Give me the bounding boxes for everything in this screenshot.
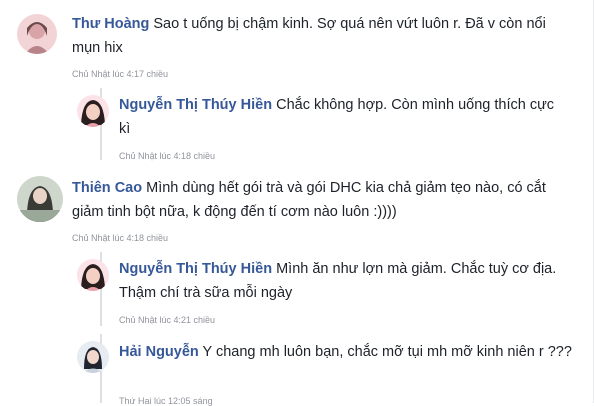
avatar-photo-icon	[77, 259, 109, 291]
comment-timestamp[interactable]: Chủ Nhật lúc 4:18 chiều	[119, 151, 215, 161]
comment-author[interactable]: Thiên Cao	[72, 180, 142, 196]
avatar-thu-hoang[interactable]	[17, 14, 57, 54]
comment-timestamp[interactable]: Thứ Hai lúc 12:05 sáng	[119, 396, 213, 406]
avatar-photo-icon	[17, 14, 57, 54]
comment-author[interactable]: Nguyễn Thị Thúy Hiền	[119, 97, 272, 113]
comment-author[interactable]: Hải Nguyễn	[119, 344, 199, 360]
comment-text: Mình dùng hết gói trà và gói DHC kia chả…	[72, 180, 546, 220]
comment-author[interactable]: Nguyễn Thị Thúy Hiền	[119, 261, 272, 277]
comment-timestamp[interactable]: Chủ Nhật lúc 4:21 chiều	[119, 315, 215, 325]
comment-body: Thiên Cao Mình dùng hết gói trà và gói D…	[72, 176, 577, 224]
avatar-photo-icon	[77, 95, 109, 127]
comment-timestamp[interactable]: Chủ Nhật lúc 4:17 chiều	[72, 69, 168, 79]
comment-body: Nguyễn Thị Thúy Hiền Chắc không hợp. Còn…	[119, 93, 564, 141]
comment-body: Thư Hoàng Sao t uống bị chậm kinh. Sợ qu…	[72, 12, 572, 60]
avatar-hai-nguyen[interactable]	[77, 341, 109, 373]
comment-timestamp[interactable]: Chủ Nhật lúc 4:18 chiều	[72, 233, 168, 243]
avatar-photo-icon	[17, 176, 63, 222]
avatar-nguyen-thi-thuy-hien[interactable]	[77, 259, 109, 291]
avatar-photo-icon	[77, 341, 109, 373]
comment-body: Nguyễn Thị Thúy Hiền Mình ăn như lợn mà …	[119, 257, 574, 305]
avatar-thien-cao[interactable]	[17, 176, 63, 222]
comment-body: Hải Nguyễn Y chang mh luôn bạn, chắc mỡ …	[119, 340, 574, 364]
avatar-nguyen-thi-thuy-hien[interactable]	[77, 95, 109, 127]
comment-text: Y chang mh luôn bạn, chắc mỡ tụi mh mỡ k…	[202, 344, 572, 360]
comment-author[interactable]: Thư Hoàng	[72, 16, 149, 32]
